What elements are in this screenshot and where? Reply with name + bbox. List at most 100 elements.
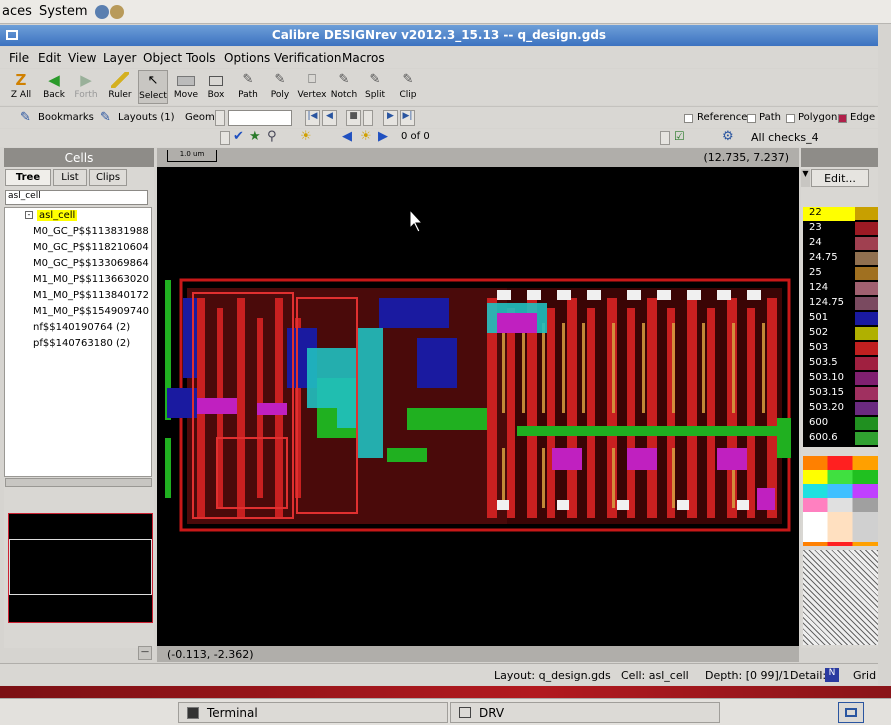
- layer-row[interactable]: 124: [803, 282, 855, 296]
- edit-layers-button[interactable]: Edit...: [811, 169, 869, 187]
- network-icon[interactable]: [93, 3, 127, 21]
- stop-button[interactable]: ■: [346, 110, 361, 126]
- tree-item[interactable]: M0_GC_P$$113831988: [33, 226, 153, 237]
- tab-tree[interactable]: Tree: [5, 169, 51, 186]
- layer-color-swatch[interactable]: [855, 297, 878, 310]
- ruler-button[interactable]: Ruler: [106, 72, 134, 100]
- all-checks-selector[interactable]: All checks_4: [751, 131, 819, 144]
- layer-color-swatch[interactable]: [855, 207, 878, 220]
- menu-macros[interactable]: Macros: [342, 51, 385, 65]
- menu-edit[interactable]: Edit: [38, 51, 61, 65]
- layer-row[interactable]: 503.15: [803, 387, 855, 401]
- layer-row[interactable]: 503.5: [803, 357, 855, 371]
- menu-file[interactable]: File: [9, 51, 29, 65]
- panel-toggle-button[interactable]: —: [138, 646, 152, 660]
- tree-item[interactable]: M1_M0_P$$113840172: [33, 290, 153, 301]
- bookmarks-button[interactable]: Bookmarks: [38, 112, 94, 123]
- show-desktop-icon[interactable]: [838, 702, 864, 723]
- tree-item[interactable]: pf$$140763180 (2): [33, 338, 153, 349]
- split-button[interactable]: ✎ Split: [362, 72, 388, 100]
- fill-patterns[interactable]: [803, 550, 878, 645]
- cell-filter-input[interactable]: asl_cell: [5, 190, 148, 205]
- move-button[interactable]: Move: [172, 72, 200, 100]
- layer-color-swatch[interactable]: [855, 342, 878, 355]
- layer-color-swatch[interactable]: [855, 267, 878, 280]
- layer-row[interactable]: 23: [803, 222, 855, 236]
- menu-object[interactable]: Object: [143, 51, 182, 65]
- first-button[interactable]: |◀: [305, 110, 320, 126]
- places-menu[interactable]: aces: [2, 4, 32, 19]
- last-button[interactable]: ▶|: [400, 110, 415, 126]
- layer-row[interactable]: 600: [803, 417, 855, 431]
- path-checkbox[interactable]: [747, 114, 756, 123]
- layer-row[interactable]: 22: [803, 207, 855, 221]
- vertex-button[interactable]: ⎕ Vertex: [296, 72, 328, 100]
- color-palette-row4[interactable]: [803, 498, 878, 512]
- sun-icon[interactable]: ☀: [300, 129, 312, 144]
- select-button[interactable]: ↖ Select: [138, 70, 168, 104]
- layer-color-swatch[interactable]: [855, 237, 878, 250]
- back-button[interactable]: ◀ Back: [40, 72, 68, 100]
- layer-color-swatch[interactable]: [855, 387, 878, 400]
- next-button[interactable]: ▶: [383, 110, 398, 126]
- tree-item[interactable]: M1_M0_P$$154909740: [33, 306, 153, 317]
- layer-color-swatch[interactable]: [855, 402, 878, 415]
- taskbar-terminal[interactable]: Terminal: [178, 702, 448, 723]
- detail-icon[interactable]: N: [825, 668, 839, 682]
- layer-color-swatch[interactable]: [855, 312, 878, 325]
- clip-button[interactable]: ✎ Clip: [395, 72, 421, 100]
- polygon-checkbox[interactable]: [786, 114, 795, 123]
- layouts-button[interactable]: Layouts (1): [118, 112, 175, 123]
- forth-button[interactable]: ▶ Forth: [72, 72, 100, 100]
- layer-row[interactable]: 503: [803, 342, 855, 356]
- path-button[interactable]: ✎ Path: [234, 72, 262, 100]
- tree-item[interactable]: nf$$140190764 (2): [33, 322, 153, 333]
- system-menu[interactable]: System: [39, 4, 87, 19]
- zoom-all-button[interactable]: Z Z All: [8, 72, 34, 100]
- notch-button[interactable]: ✎ Notch: [329, 72, 359, 100]
- layer-row[interactable]: 503.20: [803, 402, 855, 416]
- layer-row[interactable]: 502: [803, 327, 855, 341]
- prev-button[interactable]: ◀: [322, 110, 337, 126]
- layer-row[interactable]: 24: [803, 237, 855, 251]
- layer-color-swatch[interactable]: [855, 432, 878, 445]
- menu-options[interactable]: Options: [224, 51, 270, 65]
- color-palette-row3[interactable]: [803, 484, 878, 498]
- layer-color-swatch[interactable]: [855, 357, 878, 370]
- sun2-icon[interactable]: ☀: [360, 129, 372, 144]
- box-button[interactable]: Box: [204, 72, 228, 100]
- stop-dropdown[interactable]: [363, 110, 373, 126]
- layer-color-swatch[interactable]: [855, 417, 878, 430]
- layout-canvas[interactable]: [157, 148, 799, 662]
- layer-color-swatch[interactable]: [855, 252, 878, 265]
- layers-scroll-arrow-icon[interactable]: ▼: [801, 169, 810, 187]
- taskbar-drv[interactable]: DRV: [450, 702, 720, 723]
- tree-item[interactable]: M0_GC_P$$118210604: [33, 242, 153, 253]
- tree-root-cell[interactable]: asl_cell: [37, 210, 78, 221]
- layer-color-swatch[interactable]: [855, 327, 878, 340]
- layer-row[interactable]: 124.75: [803, 297, 855, 311]
- tab-list[interactable]: List: [53, 169, 87, 186]
- layer-color-swatch[interactable]: [855, 222, 878, 235]
- layer-color-swatch[interactable]: [855, 282, 878, 295]
- layer-row[interactable]: 25: [803, 267, 855, 281]
- overview-preview[interactable]: [8, 513, 153, 623]
- layer-color-swatch[interactable]: [855, 372, 878, 385]
- checks-dropdown[interactable]: [660, 131, 670, 145]
- layer-row[interactable]: 600.6: [803, 432, 855, 446]
- layer-row[interactable]: 501: [803, 312, 855, 326]
- geom-input[interactable]: [228, 110, 292, 126]
- tree-item[interactable]: M0_GC_P$$133069864: [33, 258, 153, 269]
- magnifier-icon[interactable]: ⚲: [267, 129, 277, 144]
- layer-row[interactable]: 503.10: [803, 372, 855, 386]
- color-palette-row5[interactable]: [803, 512, 878, 542]
- check-icon[interactable]: ✔: [233, 129, 244, 144]
- color-palette-row2[interactable]: [803, 470, 878, 484]
- poly-button[interactable]: ✎ Poly: [266, 72, 294, 100]
- menu-tools[interactable]: Tools: [186, 51, 216, 65]
- tab-clips[interactable]: Clips: [89, 169, 127, 186]
- geom-dropdown[interactable]: [215, 110, 225, 126]
- left-arrow-icon[interactable]: ◀: [342, 129, 352, 144]
- tree-item[interactable]: M1_M0_P$$113663020: [33, 274, 153, 285]
- layer-row[interactable]: 24.75: [803, 252, 855, 266]
